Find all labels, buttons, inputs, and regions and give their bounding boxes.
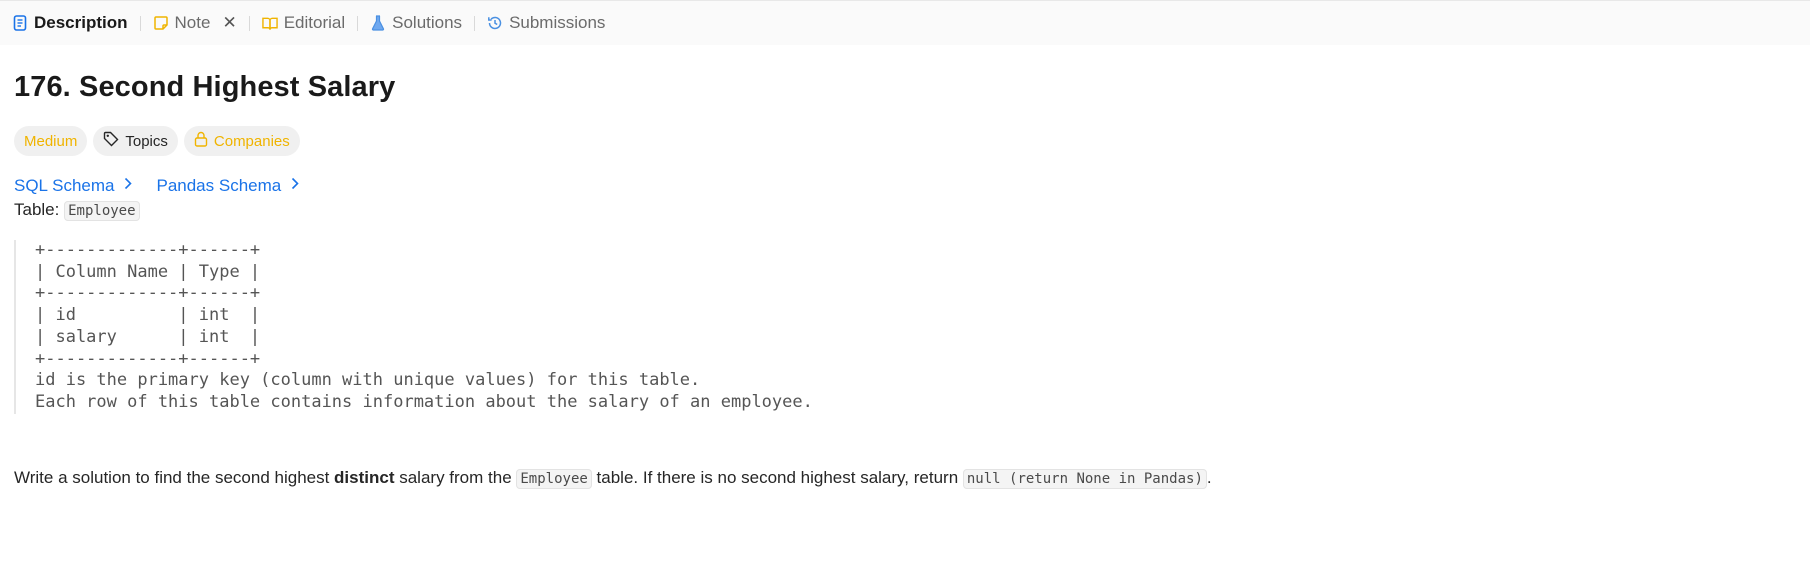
- history-icon: [487, 15, 503, 31]
- book-icon: [261, 15, 278, 31]
- tab-solutions[interactable]: Solutions: [370, 13, 462, 33]
- desc-text: .: [1206, 467, 1212, 487]
- badge-row: Medium Topics Companies: [14, 126, 1796, 156]
- desc-text: salary from the: [394, 467, 517, 487]
- sql-schema-link[interactable]: SQL Schema: [14, 176, 133, 196]
- tab-separator: [248, 15, 250, 31]
- tab-label: Note: [174, 13, 211, 32]
- close-icon[interactable]: ✕: [222, 13, 236, 33]
- tab-separator: [474, 15, 476, 31]
- desc-table-code: Employee: [516, 468, 592, 489]
- tab-editorial[interactable]: Editorial: [261, 13, 346, 33]
- tab-label: Description: [34, 13, 128, 32]
- companies-badge[interactable]: Companies: [183, 126, 300, 156]
- tab-note[interactable]: Note ✕: [153, 13, 237, 33]
- tab-description[interactable]: Description: [12, 13, 128, 33]
- topics-badge[interactable]: Topics: [93, 126, 178, 156]
- problem-content: 176. Second Highest Salary Medium Topics…: [0, 71, 1810, 489]
- note-icon: [153, 15, 169, 31]
- sql-schema-label: SQL Schema: [14, 176, 115, 195]
- companies-label: Companies: [213, 132, 290, 150]
- desc-text: Write a solution to find the second high…: [14, 467, 335, 487]
- table-name-code: Employee: [64, 201, 140, 221]
- pandas-schema-link[interactable]: Pandas Schema: [156, 176, 299, 196]
- tab-bar: Description Note ✕ Editorial Solutions S…: [0, 0, 1810, 45]
- chevron-right-icon: [291, 177, 299, 195]
- tab-label: Editorial: [283, 13, 346, 32]
- tab-label: Solutions: [392, 13, 463, 32]
- table-intro: Table: Employee: [14, 200, 1796, 221]
- table-label: Table:: [14, 200, 60, 219]
- desc-text: table. If there is no second highest sal…: [591, 467, 963, 487]
- problem-description: Write a solution to find the second high…: [14, 467, 1796, 489]
- tab-submissions[interactable]: Submissions: [487, 13, 605, 33]
- flask-icon: [370, 15, 386, 31]
- tag-icon: [103, 131, 119, 151]
- pandas-schema-label: Pandas Schema: [156, 176, 282, 195]
- chevron-right-icon: [124, 177, 133, 195]
- desc-bold: distinct: [334, 467, 395, 487]
- tab-separator: [139, 15, 141, 31]
- desc-null-code: null (return None in Pandas): [962, 468, 1207, 489]
- lock-icon: [194, 131, 208, 151]
- problem-title[interactable]: 176. Second Highest Salary: [14, 71, 1796, 104]
- difficulty-badge: Medium: [14, 126, 88, 156]
- description-icon: [12, 15, 28, 31]
- tab-separator: [357, 15, 359, 31]
- topics-label: Topics: [125, 132, 168, 150]
- schema-links: SQL Schema Pandas Schema: [14, 176, 1796, 196]
- tab-label: Submissions: [509, 13, 606, 32]
- schema-code-block: +-------------+------+ | Column Name | T…: [14, 240, 1796, 414]
